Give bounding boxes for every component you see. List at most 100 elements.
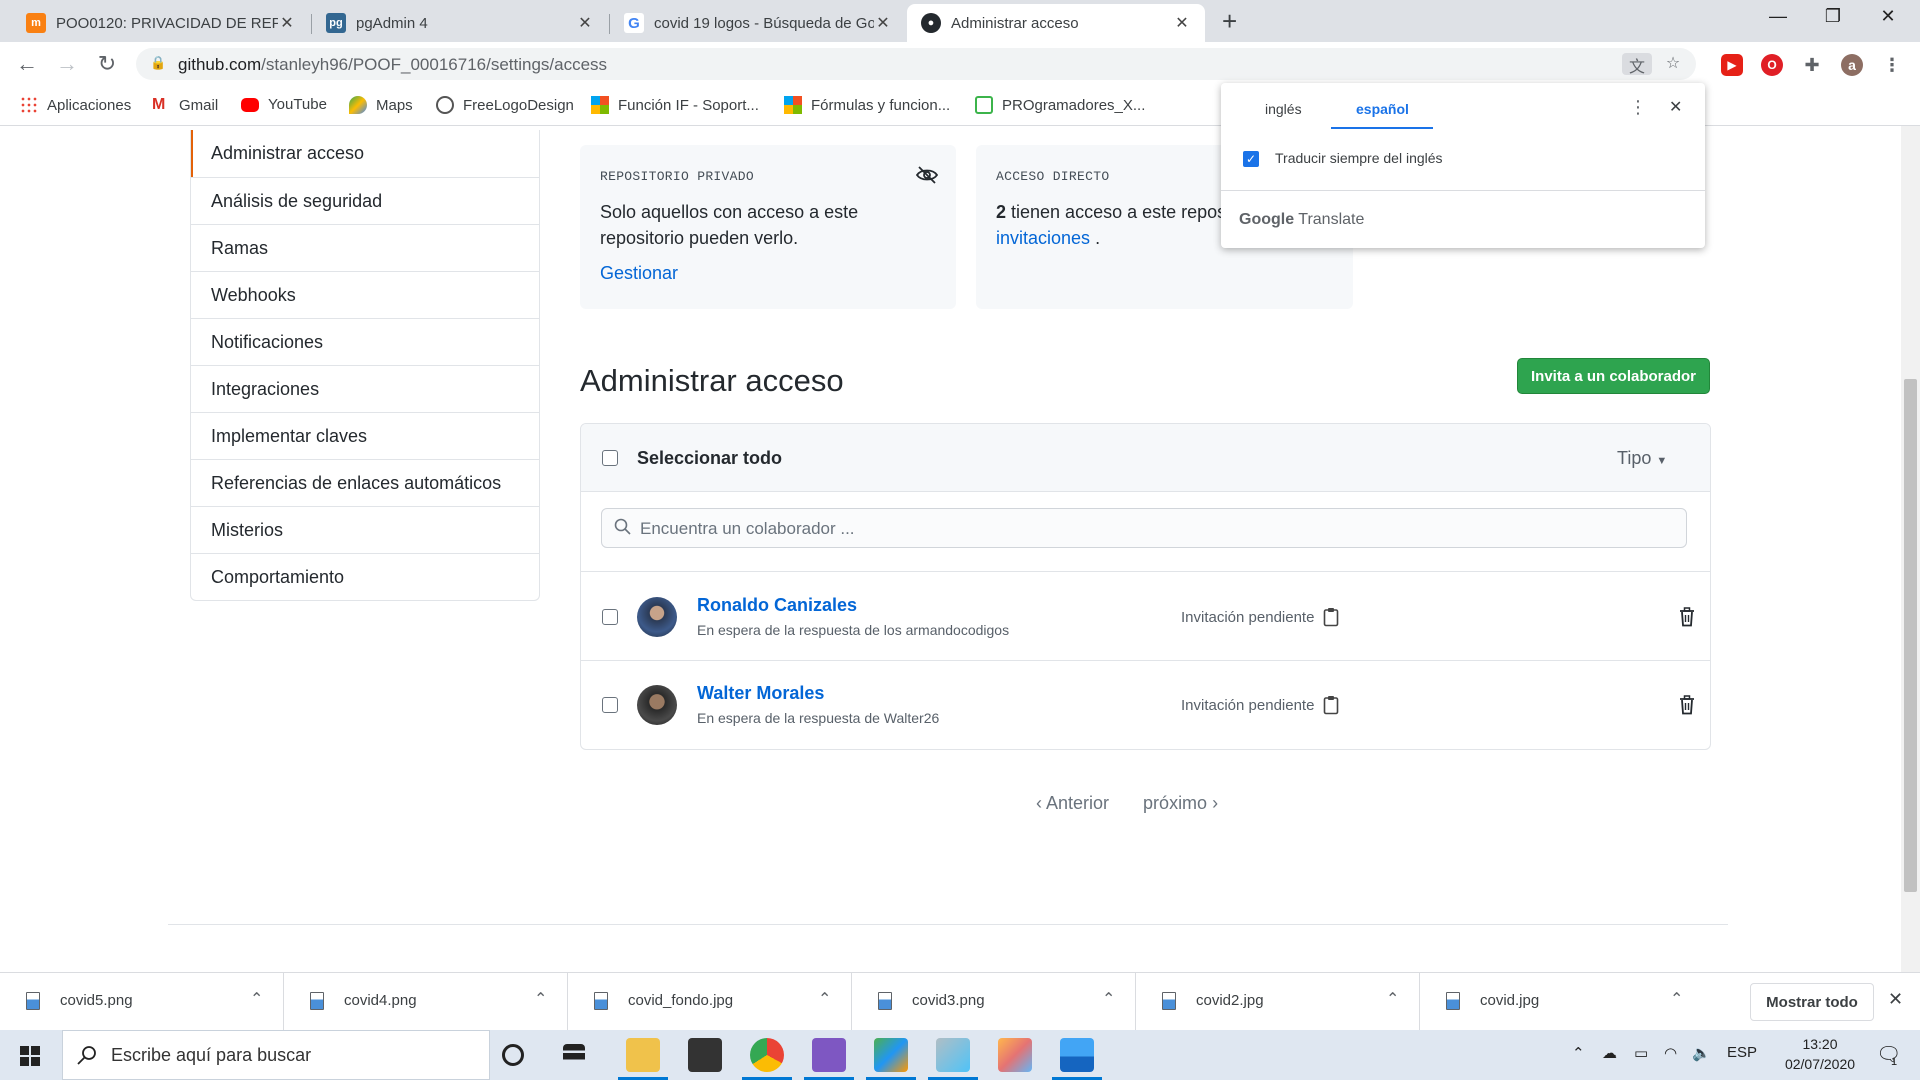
volume-icon[interactable]: 🔈 xyxy=(1692,1044,1711,1062)
chrome-menu-icon[interactable]: ⋮ xyxy=(1881,54,1903,76)
chevron-up-icon[interactable]: ⌃ xyxy=(250,989,263,1009)
gestionar-link[interactable]: Gestionar xyxy=(600,263,678,284)
tab-pgadmin[interactable]: pg pgAdmin 4 ✕ xyxy=(312,4,608,42)
chevron-up-icon[interactable]: ⌃ xyxy=(1386,989,1399,1009)
tab-moodle[interactable]: m POO0120: PRIVACIDAD DE REPOS ✕ xyxy=(12,4,310,42)
bookmark-gmail[interactable]: M Gmail xyxy=(152,96,218,114)
sidebar-item-administrar-acceso[interactable]: Administrar acceso xyxy=(191,130,539,177)
bookmark-freelogodesign[interactable]: FreeLogoDesign xyxy=(436,96,574,114)
member-name[interactable]: Ronaldo Canizales xyxy=(697,595,857,616)
bookmark-funcion-if[interactable]: Función IF - Soport... xyxy=(591,96,759,114)
star-bookmark-icon[interactable]: ☆ xyxy=(1658,53,1688,75)
minimize-icon[interactable]: — xyxy=(1758,6,1798,27)
notification-center-icon[interactable]: 🗨 xyxy=(1876,1042,1901,1067)
sidebar-item-integraciones[interactable]: Integraciones xyxy=(191,365,539,412)
tab-google-search[interactable]: G covid 19 logos - Búsqueda de Go ✕ xyxy=(610,4,906,42)
close-icon[interactable]: ✕ xyxy=(1669,97,1682,117)
chrome-icon[interactable] xyxy=(742,1038,792,1080)
trash-icon[interactable] xyxy=(1679,607,1695,627)
tab-github-active[interactable]: ● Administrar acceso ✕ xyxy=(907,4,1205,42)
onedrive-icon[interactable]: ☁ xyxy=(1602,1044,1617,1062)
show-all-downloads-button[interactable]: Mostrar todo xyxy=(1750,983,1874,1021)
forward-arrow-icon[interactable]: → xyxy=(54,51,80,77)
invitaciones-link[interactable]: invitaciones xyxy=(996,228,1090,248)
clock[interactable]: 13:20 02/07/2020 xyxy=(1782,1034,1858,1074)
clipboard-icon[interactable] xyxy=(1323,695,1339,715)
chevron-up-icon[interactable]: ⌃ xyxy=(1102,989,1115,1009)
profile-avatar[interactable]: a xyxy=(1841,54,1863,76)
member-checkbox[interactable] xyxy=(602,609,618,625)
chevron-up-icon[interactable]: ⌃ xyxy=(1572,1044,1585,1062)
sidebar-item-referencias[interactable]: Referencias de enlaces automáticos xyxy=(191,459,539,506)
app-icon[interactable] xyxy=(928,1038,978,1080)
select-all-checkbox[interactable] xyxy=(602,450,618,466)
close-window-icon[interactable]: ✕ xyxy=(1868,6,1908,27)
chevron-up-icon[interactable]: ⌃ xyxy=(818,989,831,1009)
sidebar-item-analisis-seguridad[interactable]: Análisis de seguridad xyxy=(191,177,539,224)
new-tab-icon[interactable]: + xyxy=(1222,6,1237,37)
battery-icon[interactable]: ▭ xyxy=(1634,1044,1648,1062)
trash-icon[interactable] xyxy=(1679,695,1695,715)
scrollbar-thumb[interactable] xyxy=(1904,379,1917,892)
translate-icon[interactable]: 文 xyxy=(1622,53,1652,76)
sidebar-item-comportamiento[interactable]: Comportamiento xyxy=(191,553,539,600)
sidebar-item-notificaciones[interactable]: Notificaciones xyxy=(191,318,539,365)
sidebar-item-ramas[interactable]: Ramas xyxy=(191,224,539,271)
tab-target-language[interactable]: español xyxy=(1356,101,1409,117)
youtube-extension-icon[interactable]: ▶ xyxy=(1721,54,1743,76)
pagination-previous[interactable]: ‹ Anterior xyxy=(1036,793,1109,814)
paint-icon[interactable] xyxy=(998,1038,1032,1072)
bookmark-apps[interactable]: Aplicaciones xyxy=(20,96,131,114)
bookmark-youtube[interactable]: YouTube xyxy=(241,96,327,113)
input-language[interactable]: ESP xyxy=(1727,1044,1757,1061)
sidebar-item-implementar-claves[interactable]: Implementar claves xyxy=(191,412,539,459)
visual-studio-icon[interactable] xyxy=(804,1038,854,1080)
chevron-up-icon[interactable]: ⌃ xyxy=(1670,989,1683,1009)
windows-start-icon[interactable] xyxy=(20,1046,40,1066)
download-item[interactable]: covid2.jpg ⌃ xyxy=(1136,973,1420,1031)
photos-icon[interactable] xyxy=(1052,1038,1102,1080)
extensions-puzzle-icon[interactable]: ✚ xyxy=(1801,54,1823,76)
bookmark-programadores[interactable]: PROgramadores_X... xyxy=(975,96,1145,114)
download-item[interactable]: covid3.png ⌃ xyxy=(852,973,1136,1031)
page-scrollbar[interactable] xyxy=(1901,126,1920,972)
sidebar-item-misterios[interactable]: Misterios xyxy=(191,506,539,553)
task-view-icon[interactable] xyxy=(563,1044,585,1066)
bookmark-maps[interactable]: Maps xyxy=(349,96,413,114)
avatar[interactable] xyxy=(637,685,677,725)
close-icon[interactable]: ✕ xyxy=(1173,13,1191,33)
store-icon[interactable] xyxy=(688,1038,722,1072)
wifi-icon[interactable]: ◠ xyxy=(1664,1044,1677,1062)
bookmark-formulas[interactable]: Fórmulas y funcion... xyxy=(784,96,950,114)
download-item[interactable]: covid4.png ⌃ xyxy=(284,973,568,1031)
always-translate-checkbox[interactable]: ✓ xyxy=(1243,151,1259,167)
clipboard-icon[interactable] xyxy=(1323,607,1339,627)
restore-icon[interactable]: ❐ xyxy=(1813,6,1853,27)
member-name[interactable]: Walter Morales xyxy=(697,683,824,704)
invite-collaborator-button[interactable]: Invita a un colaborador xyxy=(1517,358,1710,394)
tab-source-language[interactable]: inglés xyxy=(1265,101,1302,117)
close-icon[interactable]: ✕ xyxy=(1888,989,1903,1010)
taskbar-search-box[interactable]: Escribe aquí para buscar xyxy=(62,1030,490,1080)
close-icon[interactable]: ✕ xyxy=(576,13,594,33)
pagination-next[interactable]: próximo › xyxy=(1143,793,1218,814)
member-checkbox[interactable] xyxy=(602,697,618,713)
download-item[interactable]: covid.jpg ⌃ xyxy=(1420,973,1704,1031)
cortana-icon[interactable] xyxy=(502,1044,524,1066)
reload-icon[interactable]: ↻ xyxy=(94,51,120,77)
download-item[interactable]: covid5.png ⌃ xyxy=(0,973,284,1031)
sidebar-item-webhooks[interactable]: Webhooks xyxy=(191,271,539,318)
address-bar[interactable]: 🔒 github.com/stanleyh96/POOF_00016716/se… xyxy=(136,48,1696,80)
download-item[interactable]: covid_fondo.jpg ⌃ xyxy=(568,973,852,1031)
avatar[interactable] xyxy=(637,597,677,637)
more-options-icon[interactable]: ⋮ xyxy=(1629,97,1647,118)
close-icon[interactable]: ✕ xyxy=(278,13,296,33)
type-filter-dropdown[interactable]: Tipo ▼ xyxy=(1617,448,1667,469)
app-icon[interactable] xyxy=(866,1038,916,1080)
chevron-up-icon[interactable]: ⌃ xyxy=(534,989,547,1009)
back-arrow-icon[interactable]: ← xyxy=(14,51,40,77)
find-collaborator-input[interactable]: Encuentra un colaborador ... xyxy=(601,508,1687,548)
close-icon[interactable]: ✕ xyxy=(874,13,892,33)
file-explorer-icon[interactable] xyxy=(618,1038,668,1080)
opera-extension-icon[interactable]: O xyxy=(1761,54,1783,76)
